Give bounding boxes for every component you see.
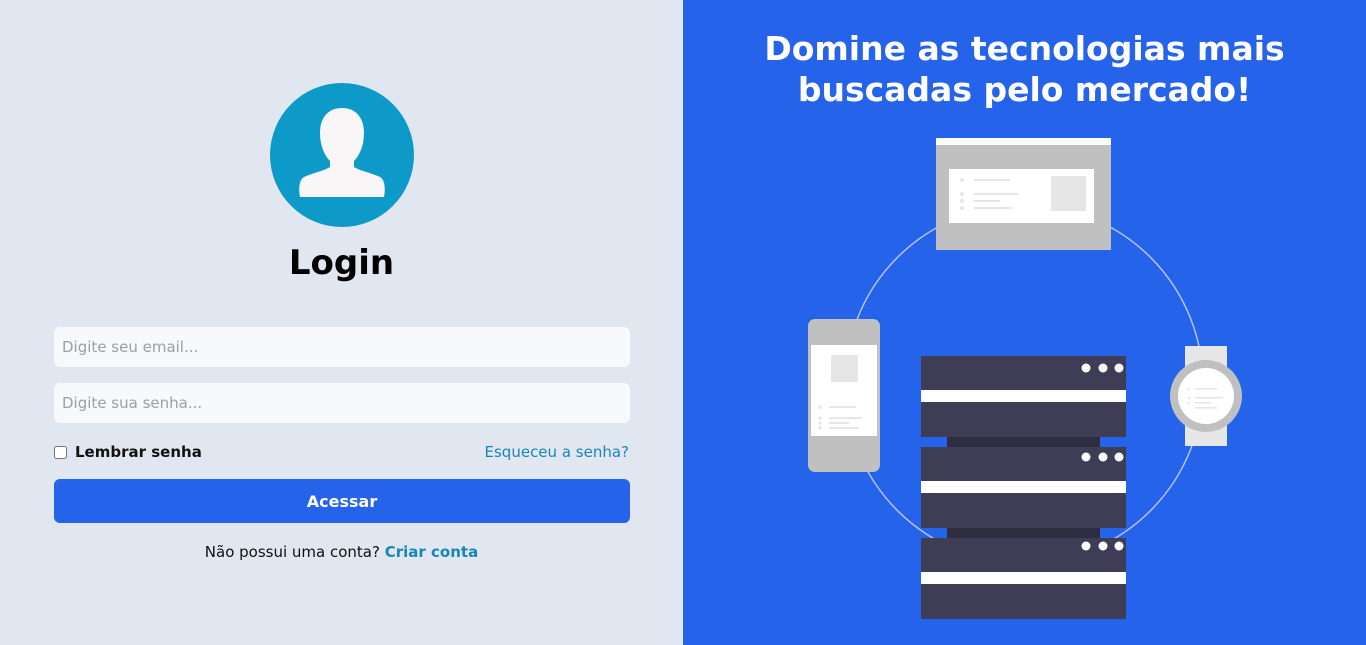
create-account-link[interactable]: Criar conta [385, 543, 478, 561]
forgot-password-link[interactable]: Esqueceu a senha? [485, 443, 629, 461]
login-submit-button[interactable]: Acessar [54, 479, 630, 523]
signup-prompt: Não possui uma conta? Criar conta [0, 543, 683, 561]
login-panel: Login Lembrar senha Esqueceu a senha? Ac… [0, 0, 683, 645]
promo-panel: Domine as tecnologias mais buscadas pelo… [683, 0, 1366, 645]
signup-prompt-text: Não possui uma conta? [204, 543, 380, 561]
remember-password[interactable]: Lembrar senha [54, 443, 202, 461]
email-input[interactable] [54, 327, 630, 367]
user-avatar-icon [270, 83, 414, 227]
password-input[interactable] [54, 383, 630, 423]
browser-window-icon [936, 138, 1111, 250]
tech-devices-illustration [808, 138, 1242, 619]
remember-checkbox[interactable] [54, 445, 67, 459]
smartphone-icon [808, 319, 880, 472]
login-title: Login [288, 243, 395, 283]
smartwatch-icon [1170, 346, 1242, 446]
remember-label: Lembrar senha [75, 443, 202, 461]
server-stack-icon [921, 356, 1126, 619]
